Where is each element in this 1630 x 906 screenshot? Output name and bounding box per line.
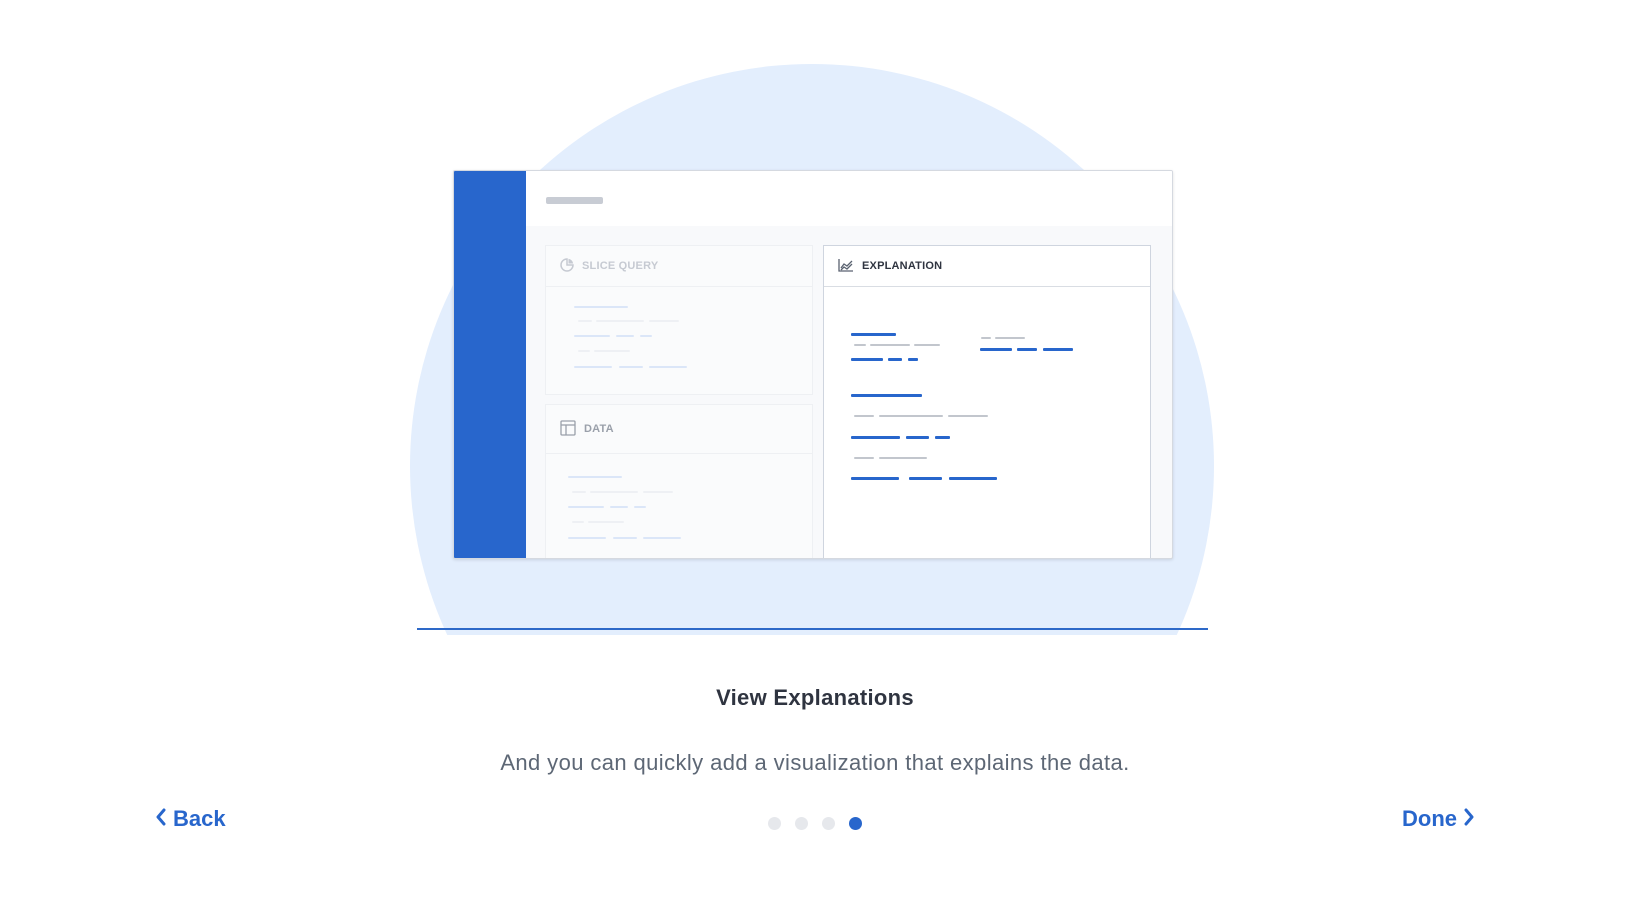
page-dot-3[interactable]	[822, 817, 835, 830]
step-description: And you can quickly add a visualization …	[500, 750, 1130, 775]
page-dot-1[interactable]	[768, 817, 781, 830]
back-label: Back	[173, 806, 226, 831]
explanation-panel: EXPLANATION	[823, 245, 1151, 558]
slice-query-label: SLICE QUERY	[582, 260, 659, 272]
chevron-left-icon	[155, 806, 167, 832]
step-title: View Explanations	[716, 685, 914, 710]
data-panel: DATA	[545, 404, 813, 558]
done-label: Done	[1402, 806, 1457, 831]
mock-sidebar	[454, 171, 526, 558]
chevron-right-icon	[1463, 806, 1475, 832]
explanation-label: EXPLANATION	[862, 260, 943, 272]
page-dot-4-active[interactable]	[849, 817, 862, 830]
illustration-baseline	[417, 628, 1208, 630]
mock-topbar	[526, 171, 1172, 226]
slice-query-panel: SLICE QUERY	[545, 245, 813, 395]
data-label: DATA	[584, 423, 614, 435]
explanation-header: EXPLANATION	[824, 246, 1150, 287]
back-button[interactable]: Back	[155, 806, 226, 832]
data-header: DATA	[546, 405, 812, 454]
pie-chart-icon	[560, 257, 574, 275]
app-mockup: SLICE QUERY DATA EXPLANATION	[453, 170, 1173, 559]
page-dot-2[interactable]	[795, 817, 808, 830]
area-chart-icon	[838, 258, 854, 275]
mock-title-placeholder	[546, 197, 603, 204]
slice-query-header: SLICE QUERY	[546, 246, 812, 287]
table-icon	[560, 419, 576, 439]
pagination-dots	[768, 817, 862, 830]
illustration: SLICE QUERY DATA EXPLANATION	[0, 0, 1630, 635]
done-button[interactable]: Done	[1402, 806, 1475, 832]
